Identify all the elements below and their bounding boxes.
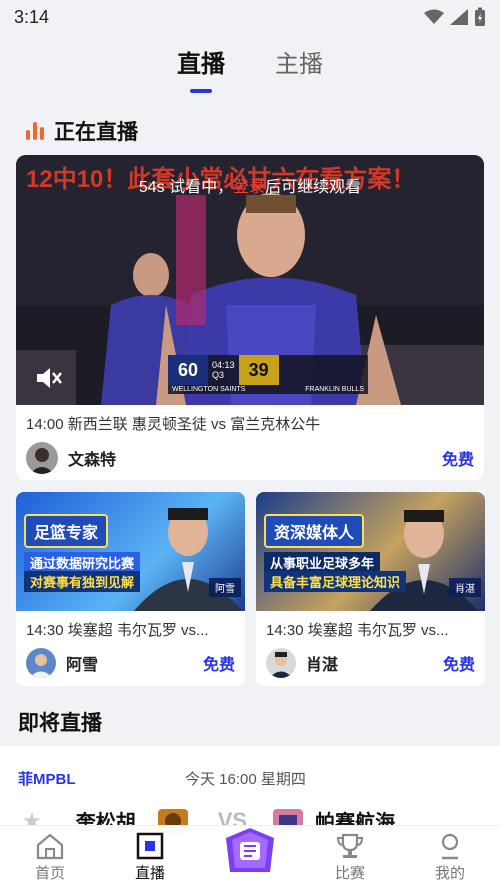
login-link[interactable]: 登录 [233,179,265,196]
status-icons [424,7,486,27]
nav-live-label: 直播 [134,865,165,882]
host-nametag: 阿雪 [209,578,241,597]
profile-icon [441,833,459,860]
away-score: 39 [248,359,269,380]
league-name: 菲MPBL [18,771,76,788]
anchor-name[interactable]: 肖湛 [306,651,338,675]
game-clock: 04:13 [212,360,235,370]
signal-icon [450,9,468,25]
card-slogan-1: 通过数据研究比赛 [24,552,141,573]
away-team-panel: 39 [238,355,279,385]
home-team-name: WELLINGTON SAINTS [172,386,246,393]
thumbnail: 足篮专家 通过数据研究比赛 对赛事有独到见解 阿雪 [16,492,245,611]
avatar[interactable] [26,442,58,474]
nav-home[interactable]: 首页 [10,832,90,883]
card-badge: 足篮专家 [24,514,109,548]
card-slogan-2: 对赛事有独到见解 [24,571,141,592]
live-bars-icon [26,122,44,140]
avatar[interactable] [266,648,296,678]
nav-promo[interactable] [210,822,290,878]
scoreboard-teams: WELLINGTON SAINTS FRANKLIN BULLS [168,385,368,394]
video-player[interactable]: 12中10！此套小常必甘六在看方案！ 54s 试看中，登录后可继续观看 60 0… [16,155,484,405]
promo-icon [226,827,274,872]
top-tabs: 直播 主播 [0,44,500,93]
card-match-title: 14:30 埃塞超 韦尔瓦罗 vs... [26,622,209,639]
thumbnail: 资深媒体人 从事职业足球多年 具备丰富足球理论知识 肖湛 [256,492,485,611]
avatar[interactable] [26,648,56,678]
price-badge: 免费 [202,657,235,674]
preview-tip: 54s 试看中，登录后可继续观看 [16,173,484,197]
bottom-nav: 首页 直播 比赛 我的 [0,825,500,889]
card-info: 14:30 埃塞超 韦尔瓦罗 vs... 肖湛 免费 [256,611,485,678]
nav-profile[interactable]: 我的 [410,832,490,883]
card-anchor-row: 肖湛 免费 [266,648,475,678]
nav-match-label: 比赛 [334,865,365,882]
battery-icon [475,7,485,26]
mute-button[interactable] [34,365,62,396]
featured-info: 14:00 新西兰联 惠灵顿圣徒 vs 富兰克林公牛 文森特 免费 [16,405,484,474]
scoreboard: 60 04:13 Q3 39 [168,355,368,385]
home-team-panel: 60 [168,355,209,385]
card-badge: 资深媒体人 [264,514,365,548]
live-section-title: 正在直播 [54,121,138,144]
card-slogan-2: 具备丰富足球理论知识 [264,571,407,592]
status-time: 3:14 [14,6,50,27]
status-bar: 3:14 [0,0,500,34]
trophy-icon [336,833,364,858]
wifi-icon [424,9,444,24]
match-time: 今天 16:00 星期四 [185,771,306,788]
preview-tip-suffix: 后可继续观看 [265,179,362,196]
away-team-name: FRANKLIN BULLS [305,386,364,393]
nav-profile-label: 我的 [434,865,465,882]
card-slogan-1: 从事职业足球多年 [264,552,381,573]
live-icon [136,832,164,860]
host-nametag: 肖湛 [449,578,481,597]
featured-live-card[interactable]: 12中10！此套小常必甘六在看方案！ 54s 试看中，登录后可继续观看 60 0… [16,155,484,480]
card-anchor-row: 阿雪 免费 [26,648,235,678]
live-card-1[interactable]: 足篮专家 通过数据研究比赛 对赛事有独到见解 阿雪 14:30 埃塞超 韦尔瓦罗… [16,492,245,686]
featured-anchor-row: 文森特 免费 [26,442,474,474]
card-info: 14:30 埃塞超 韦尔瓦罗 vs... 阿雪 免费 [16,611,245,678]
featured-match-title: 14:00 新西兰联 惠灵顿圣徒 vs 富兰克林公牛 [26,416,321,433]
home-icon [36,833,64,860]
card-match-title: 14:30 埃塞超 韦尔瓦罗 vs... [266,622,449,639]
live-section-header: 正在直播 [26,116,138,146]
upcoming-section-title: 即将直播 [18,712,102,735]
game-quarter: Q3 [212,370,225,380]
tab-anchor[interactable]: 主播 [275,44,323,93]
mute-icon [37,368,62,388]
price-badge: 免费 [441,452,474,469]
nav-home-label: 首页 [34,865,65,882]
price-badge: 免费 [442,657,475,674]
nav-live[interactable]: 直播 [110,832,190,883]
preview-tip-prefix: 54s 试看中， [138,179,234,196]
anchor-name[interactable]: 阿雪 [66,651,98,675]
live-card-2[interactable]: 资深媒体人 从事职业足球多年 具备丰富足球理论知识 肖湛 14:30 埃塞超 韦… [256,492,485,686]
tab-live[interactable]: 直播 [177,44,225,93]
clock-panel: 04:13 Q3 [208,360,239,380]
nav-match[interactable]: 比赛 [310,832,390,883]
anchor-name[interactable]: 文森特 [68,446,116,470]
home-score: 60 [178,359,199,380]
